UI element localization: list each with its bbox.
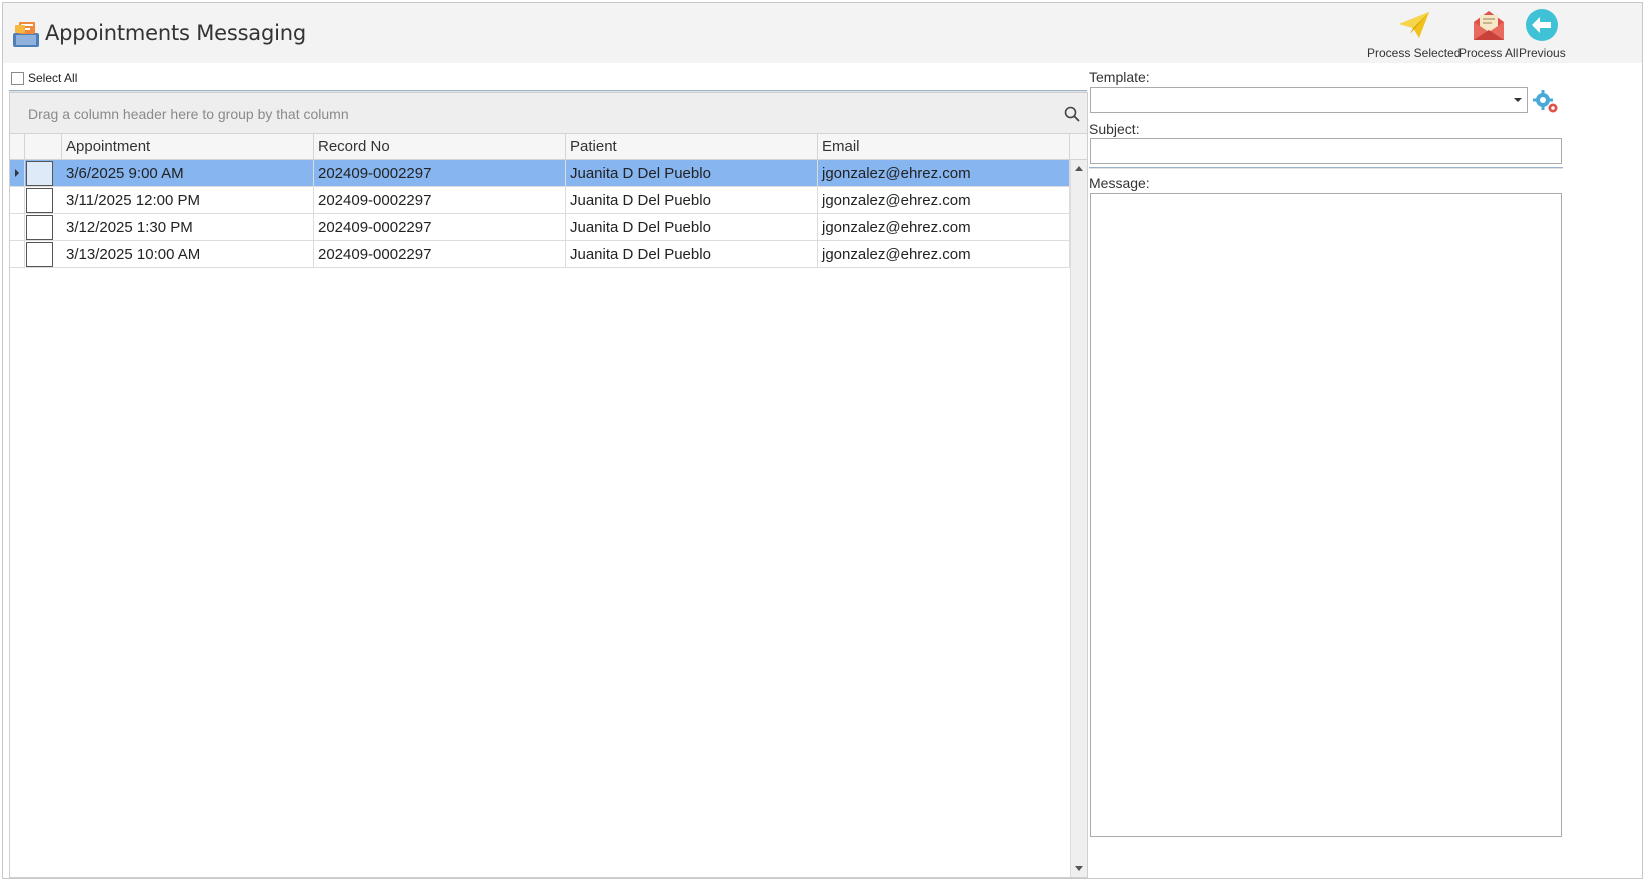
select-all-checkbox[interactable]	[11, 71, 24, 85]
process-selected-button[interactable]: Process Selected	[1367, 7, 1460, 61]
cell-patient[interactable]: Juanita D Del Pueblo	[566, 187, 818, 213]
row-checkbox[interactable]	[26, 161, 53, 186]
cell-email[interactable]: jgonzalez@ehrez.com	[818, 241, 1070, 267]
process-selected-label: Process Selected	[1367, 46, 1461, 60]
cell-patient[interactable]: Juanita D Del Pueblo	[566, 214, 818, 240]
previous-button[interactable]: Previous	[1519, 7, 1566, 61]
message-label: Message:	[1089, 175, 1150, 191]
group-by-hint: Drag a column header here to group by th…	[28, 106, 349, 122]
cell-email[interactable]: jgonzalez@ehrez.com	[818, 214, 1070, 240]
template-label: Template:	[1089, 69, 1150, 85]
cell-patient[interactable]: Juanita D Del Pueblo	[566, 160, 818, 186]
column-header-appointment[interactable]: Appointment	[62, 134, 314, 160]
appointments-grid: Drag a column header here to group by th…	[9, 92, 1088, 878]
row-checkbox[interactable]	[26, 188, 53, 213]
search-icon[interactable]	[1063, 105, 1081, 123]
cell-patient[interactable]: Juanita D Del Pueblo	[566, 241, 818, 267]
column-header-email[interactable]: Email	[818, 134, 1070, 160]
arrow-left-circle-icon	[1526, 9, 1559, 41]
row-checkbox[interactable]	[26, 215, 53, 240]
cell-record-no[interactable]: 202409-0002297	[314, 187, 566, 213]
header-bar: Appointments Messaging Process Selected	[3, 3, 1642, 63]
cell-record-no[interactable]: 202409-0002297	[314, 241, 566, 267]
process-all-label: Process All	[1459, 46, 1519, 60]
cell-email[interactable]: jgonzalez@ehrez.com	[818, 160, 1070, 186]
table-row[interactable]: 3/12/2025 1:30 PM 202409-0002297 Juanita…	[10, 214, 1070, 241]
column-header-patient[interactable]: Patient	[566, 134, 818, 160]
cell-email[interactable]: jgonzalez@ehrez.com	[818, 187, 1070, 213]
row-checkbox[interactable]	[26, 242, 53, 267]
message-textarea[interactable]	[1090, 193, 1562, 837]
message-panel: Template: Subject: Message:	[1089, 63, 1563, 879]
cell-appointment[interactable]: 3/11/2025 12:00 PM	[62, 187, 314, 213]
row-indicator-arrow-icon	[15, 169, 19, 177]
page-title: Appointments Messaging	[45, 21, 306, 45]
app-messaging-icon	[13, 22, 39, 47]
previous-label: Previous	[1519, 46, 1566, 60]
row-indicator	[10, 214, 25, 240]
subject-input[interactable]	[1090, 138, 1562, 164]
subject-label: Subject:	[1089, 121, 1140, 137]
row-indicator	[10, 160, 25, 186]
template-dropdown[interactable]	[1090, 87, 1528, 113]
vertical-scrollbar[interactable]	[1070, 160, 1087, 877]
indicator-header	[10, 134, 25, 160]
column-header-record-no[interactable]: Record No	[314, 134, 566, 160]
paper-plane-icon	[1398, 12, 1429, 38]
chevron-down-icon[interactable]	[1514, 98, 1522, 102]
cell-appointment[interactable]: 3/6/2025 9:00 AM	[62, 160, 314, 186]
app-window: Appointments Messaging Process Selected	[2, 2, 1643, 879]
group-by-panel[interactable]: Drag a column header here to group by th…	[10, 93, 1087, 134]
gears-icon[interactable]	[1532, 87, 1560, 115]
checkbox-column-header[interactable]	[25, 134, 62, 160]
process-all-button[interactable]: Process All	[1459, 7, 1518, 61]
scroll-up-icon[interactable]	[1075, 166, 1083, 171]
cell-appointment[interactable]: 3/12/2025 1:30 PM	[62, 214, 314, 240]
row-indicator	[10, 241, 25, 267]
divider	[1089, 167, 1563, 169]
scroll-down-icon[interactable]	[1075, 866, 1083, 871]
cell-record-no[interactable]: 202409-0002297	[314, 214, 566, 240]
select-all-control[interactable]: Select All	[11, 71, 77, 85]
select-all-label: Select All	[28, 71, 78, 85]
cell-appointment[interactable]: 3/13/2025 10:00 AM	[62, 241, 314, 267]
cell-record-no[interactable]: 202409-0002297	[314, 160, 566, 186]
table-row[interactable]: 3/6/2025 9:00 AM 202409-0002297 Juanita …	[10, 160, 1070, 187]
envelope-open-icon	[1473, 11, 1504, 40]
table-row[interactable]: 3/13/2025 10:00 AM 202409-0002297 Juanit…	[10, 241, 1070, 268]
table-row[interactable]: 3/11/2025 12:00 PM 202409-0002297 Juanit…	[10, 187, 1070, 214]
column-header-row: Appointment Record No Patient Email	[10, 134, 1087, 160]
row-indicator	[10, 187, 25, 213]
